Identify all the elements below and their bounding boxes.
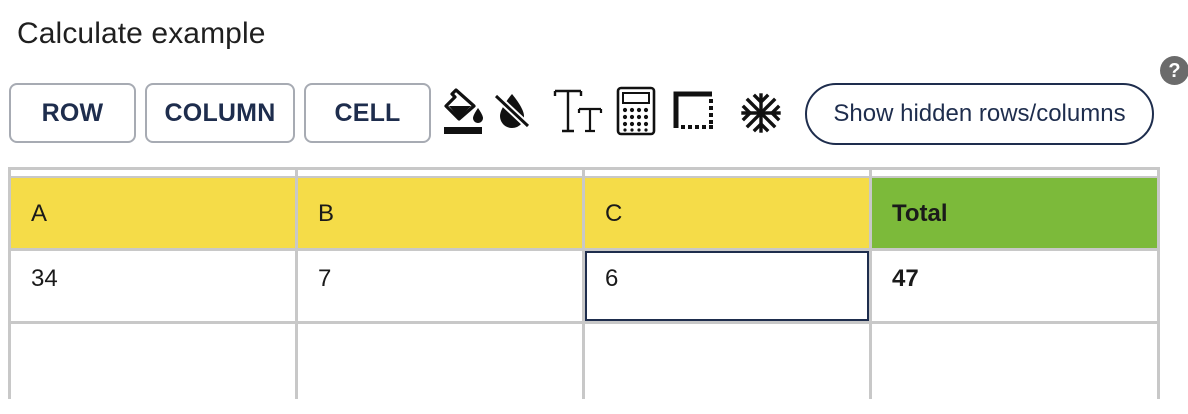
column-resize-strip[interactable]	[298, 170, 582, 176]
header-cell-a[interactable]: A	[11, 178, 295, 248]
fill-color-icon[interactable]	[442, 86, 484, 136]
column-resize-strip[interactable]	[872, 170, 1157, 176]
calculator-icon[interactable]	[616, 86, 656, 136]
table-cell-c2-selected[interactable]: 6	[585, 251, 869, 321]
header-cell-c[interactable]: C	[585, 178, 869, 248]
table-cell-c3[interactable]	[585, 324, 869, 399]
header-cell-b[interactable]: B	[298, 178, 582, 248]
text-size-icon[interactable]	[553, 87, 605, 135]
column-resize-strip[interactable]	[11, 170, 295, 176]
cell-button[interactable]: CELL	[304, 83, 431, 143]
table-cell-total2[interactable]: 47	[872, 251, 1157, 321]
border-icon[interactable]	[673, 91, 715, 131]
no-fill-icon[interactable]	[493, 90, 531, 130]
table-cell-b2[interactable]: 7	[298, 251, 582, 321]
page-title: Calculate example	[17, 17, 266, 50]
spreadsheet-grid: A B C Total 34 7 6 47	[8, 167, 1160, 399]
column-resize-strip[interactable]	[585, 170, 869, 176]
show-hidden-rows-columns-button[interactable]: Show hidden rows/columns	[805, 83, 1154, 145]
row-button[interactable]: ROW	[9, 83, 136, 143]
column-button[interactable]: COLUMN	[145, 83, 295, 143]
table-cell-total3[interactable]	[872, 324, 1157, 399]
help-icon[interactable]: ?	[1160, 56, 1188, 85]
freeze-icon[interactable]	[740, 92, 782, 134]
table-cell-a3[interactable]	[11, 324, 295, 399]
table-cell-a2[interactable]: 34	[11, 251, 295, 321]
header-cell-total[interactable]: Total	[872, 178, 1157, 248]
table-cell-b3[interactable]	[298, 324, 582, 399]
